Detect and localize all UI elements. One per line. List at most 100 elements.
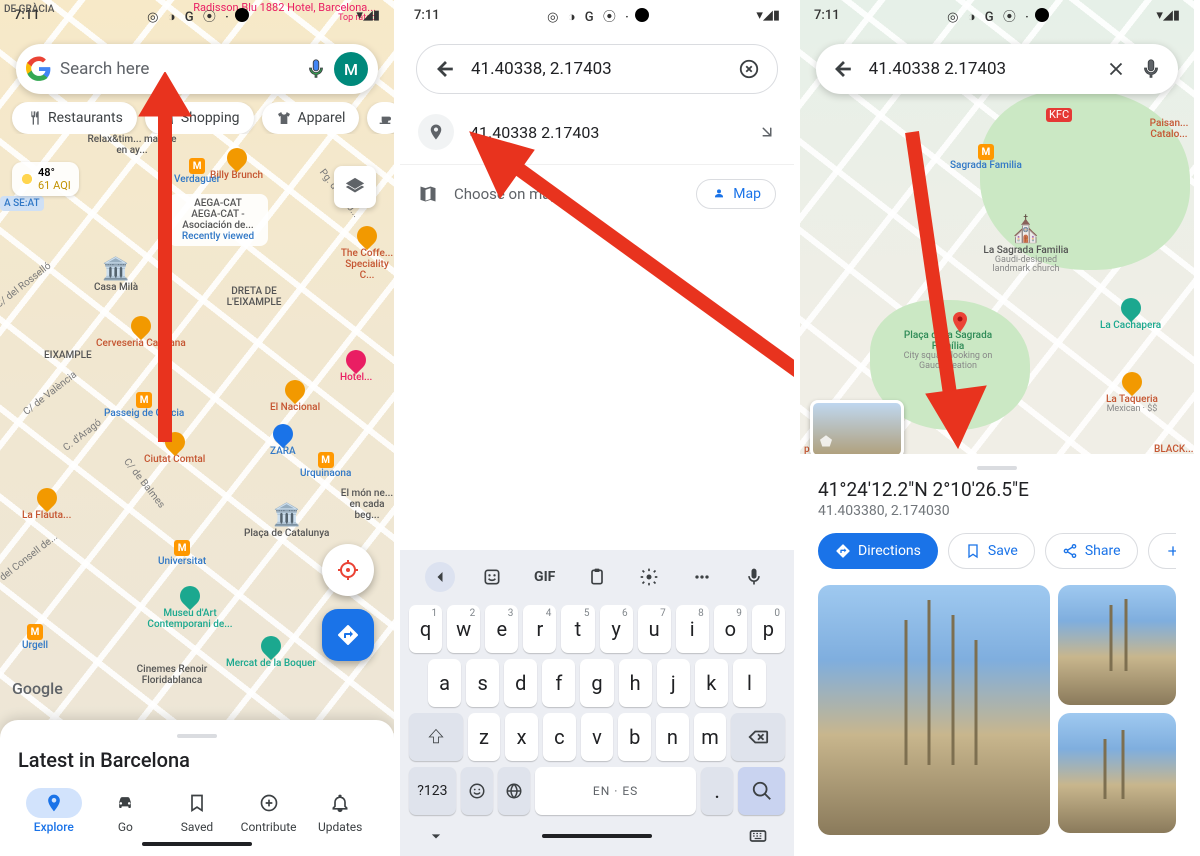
key-c[interactable]: c xyxy=(543,713,576,761)
bag-icon xyxy=(159,110,175,126)
key-o[interactable]: o9 xyxy=(714,605,747,653)
drag-handle[interactable] xyxy=(977,466,1017,470)
search-input[interactable] xyxy=(861,59,1099,79)
key-l[interactable]: l xyxy=(733,659,766,707)
key-search[interactable] xyxy=(738,767,785,815)
key-m[interactable]: m xyxy=(694,713,727,761)
layers-button[interactable] xyxy=(334,166,376,208)
map-chip[interactable]: Map xyxy=(696,179,776,209)
sheet-title: Latest in Barcelona xyxy=(18,748,376,772)
key-x[interactable]: x xyxy=(505,713,538,761)
key-y[interactable]: y6 xyxy=(600,605,633,653)
key-r[interactable]: r4 xyxy=(523,605,556,653)
key-language[interactable] xyxy=(498,767,530,815)
arrow-left-icon xyxy=(832,58,854,80)
key-d[interactable]: d xyxy=(504,659,537,707)
nav-saved[interactable]: Saved xyxy=(169,788,225,834)
locate-me-button[interactable] xyxy=(322,544,374,596)
location-pin-icon xyxy=(418,114,454,150)
key-t[interactable]: t5 xyxy=(561,605,594,653)
key-w[interactable]: w2 xyxy=(447,605,480,653)
search-icon xyxy=(751,780,773,802)
bottom-sheet[interactable]: Latest in Barcelona Explore Go Saved Con… xyxy=(0,720,394,856)
nav-explore[interactable]: Explore xyxy=(26,788,82,834)
key-q[interactable]: q1 xyxy=(409,605,442,653)
kb-clipboard-icon[interactable] xyxy=(582,562,612,592)
home-indicator[interactable] xyxy=(142,842,252,846)
place-photo[interactable] xyxy=(1058,585,1176,705)
key-n[interactable]: n xyxy=(656,713,689,761)
nav-updates[interactable]: Updates xyxy=(312,788,368,834)
crosshair-icon xyxy=(336,558,360,582)
key-i[interactable]: i8 xyxy=(676,605,709,653)
key-z[interactable]: z xyxy=(468,713,501,761)
chip-apparel[interactable]: Apparel xyxy=(262,102,360,134)
chip-shopping[interactable]: Shopping xyxy=(145,102,254,134)
add-button[interactable]: Add xyxy=(1148,533,1176,569)
search-input[interactable] xyxy=(52,59,298,79)
kb-settings-icon[interactable] xyxy=(634,562,664,592)
place-sheet[interactable]: 41°24'12.2"N 2°10'26.5"E 41.403380, 2.17… xyxy=(800,454,1194,856)
home-indicator[interactable] xyxy=(542,834,652,838)
kb-hide-icon[interactable] xyxy=(426,826,446,846)
mic-icon[interactable] xyxy=(298,51,334,87)
key-backspace[interactable] xyxy=(731,713,785,761)
drag-handle[interactable] xyxy=(177,734,217,738)
fork-knife-icon xyxy=(26,110,42,126)
directions-button[interactable]: Directions xyxy=(818,533,938,569)
camera-cutout xyxy=(235,8,249,22)
key-period[interactable]: . xyxy=(701,767,733,815)
profile-avatar[interactable]: M xyxy=(334,52,368,86)
search-suggestion[interactable]: 41.40338 2.17403 xyxy=(400,100,794,165)
clear-button[interactable] xyxy=(731,51,767,87)
kb-gif[interactable]: GIF xyxy=(530,562,560,592)
key-b[interactable]: b xyxy=(618,713,651,761)
kb-more-icon[interactable] xyxy=(687,562,717,592)
key-shift[interactable] xyxy=(409,713,463,761)
search-bar[interactable] xyxy=(416,44,778,94)
kb-collapse-icon[interactable] xyxy=(425,562,455,592)
chip-restaurants[interactable]: Restaurants xyxy=(12,102,137,134)
share-button[interactable]: Share xyxy=(1045,533,1138,569)
key-g[interactable]: g xyxy=(580,659,613,707)
place-photo[interactable] xyxy=(1058,713,1176,833)
weather-badge[interactable]: 48°61 AQI xyxy=(12,162,79,196)
key-j[interactable]: j xyxy=(657,659,690,707)
key-emoji[interactable] xyxy=(461,767,493,815)
save-button[interactable]: Save xyxy=(948,533,1035,569)
key-a[interactable]: a xyxy=(428,659,461,707)
streetview-thumbnail[interactable] xyxy=(810,400,904,458)
mic-icon[interactable] xyxy=(1133,51,1168,87)
key-numbers[interactable]: ?123 xyxy=(409,767,456,815)
kb-layout-icon[interactable] xyxy=(748,826,768,846)
google-logo-icon xyxy=(26,56,52,82)
key-k[interactable]: k xyxy=(695,659,728,707)
key-u[interactable]: u7 xyxy=(638,605,671,653)
place-photo[interactable] xyxy=(818,585,1050,835)
key-p[interactable]: p0 xyxy=(752,605,785,653)
back-button[interactable] xyxy=(826,51,861,87)
directions-fab[interactable] xyxy=(322,609,374,661)
car-icon xyxy=(115,793,135,813)
nav-contribute[interactable]: Contribute xyxy=(241,788,297,834)
key-e[interactable]: e3 xyxy=(485,605,518,653)
key-s[interactable]: s xyxy=(466,659,499,707)
key-h[interactable]: h xyxy=(619,659,652,707)
search-input[interactable] xyxy=(463,59,731,79)
search-bar[interactable]: M xyxy=(16,44,378,94)
map-icon xyxy=(418,184,438,204)
kb-sticker-icon[interactable] xyxy=(477,562,507,592)
kb-mic-icon[interactable] xyxy=(739,562,769,592)
key-space[interactable]: EN · ES xyxy=(535,767,696,815)
insert-arrow-icon[interactable] xyxy=(758,123,776,141)
clear-button[interactable] xyxy=(1099,51,1134,87)
chip-more[interactable] xyxy=(367,102,394,134)
choose-on-map[interactable]: Choose on map xyxy=(418,184,559,204)
back-button[interactable] xyxy=(427,51,463,87)
coffee-icon xyxy=(377,110,393,126)
key-v[interactable]: v xyxy=(581,713,614,761)
search-bar[interactable] xyxy=(816,44,1178,94)
key-f[interactable]: f xyxy=(542,659,575,707)
dropped-pin[interactable] xyxy=(948,310,972,334)
nav-go[interactable]: Go xyxy=(97,788,153,834)
